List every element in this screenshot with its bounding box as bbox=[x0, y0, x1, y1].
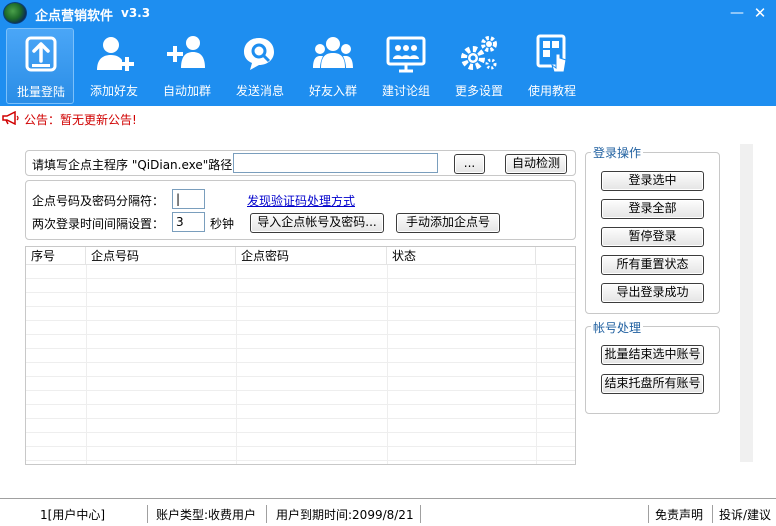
table-header: 序号 企点号码 企点密码 状态 bbox=[26, 247, 575, 265]
end-tray-accounts-button[interactable]: 结束托盘所有账号 bbox=[601, 374, 704, 394]
column-header[interactable]: 序号 bbox=[26, 247, 86, 265]
status-separator bbox=[266, 505, 267, 523]
interval-label: 两次登录时间间隔设置： bbox=[32, 217, 165, 231]
toolbar-more-settings[interactable]: 更多设置 bbox=[445, 28, 513, 104]
toolbar-label: 建讨论组 bbox=[381, 84, 430, 98]
minimize-button[interactable]: — bbox=[727, 4, 747, 22]
pause-login-button[interactable]: 暂停登录 bbox=[601, 227, 704, 247]
auto-detect-button[interactable]: 自动检测 bbox=[505, 154, 567, 174]
toolbar-create-discussion[interactable]: 建讨论组 bbox=[372, 28, 440, 104]
notice-bar: 公告：暂无更新公告! bbox=[0, 106, 776, 130]
empty-row bbox=[26, 447, 575, 461]
separator-input[interactable]: | bbox=[172, 189, 205, 209]
disclaimer-link[interactable]: 免责声明 bbox=[655, 507, 703, 523]
column-header[interactable]: 企点号码 bbox=[86, 247, 236, 265]
megaphone-icon bbox=[2, 111, 19, 125]
toolbar-friends-join-group[interactable]: 好友入群 bbox=[299, 28, 367, 104]
group-users-icon bbox=[313, 37, 353, 68]
empty-row bbox=[26, 307, 575, 321]
add-group-icon bbox=[167, 36, 205, 68]
empty-row bbox=[26, 391, 575, 405]
browse-button[interactable]: ... bbox=[454, 154, 485, 174]
interval-input[interactable]: 3 bbox=[172, 212, 205, 232]
login-selected-button[interactable]: 登录选中 bbox=[601, 171, 704, 191]
add-user-icon bbox=[97, 37, 134, 71]
status-separator bbox=[648, 505, 649, 523]
title-bar: 企点营销软件 v3.3 — ✕ bbox=[0, 0, 776, 26]
end-selected-accounts-button[interactable]: 批量结束选中账号 bbox=[601, 345, 704, 365]
main-toolbar: 批量登陆 添加好友 自动加群 发送消息 好友入群 建讨论组 更多设置 使用教程 bbox=[0, 26, 776, 106]
account-ops-title: 帐号处理 bbox=[591, 319, 644, 336]
manual-add-button[interactable]: 手动添加企点号 bbox=[396, 213, 500, 233]
account-table[interactable]: 序号 企点号码 企点密码 状态 bbox=[25, 246, 576, 465]
login-all-button[interactable]: 登录全部 bbox=[601, 199, 704, 219]
app-title: 企点营销软件 bbox=[35, 9, 114, 24]
import-accounts-button[interactable]: 导入企点帐号及密码... bbox=[250, 213, 384, 233]
path-group: 请填写企点主程序 "QiDian.exe"路径： ... 自动检测 bbox=[25, 150, 576, 176]
toolbar-label: 更多设置 bbox=[454, 84, 503, 98]
reset-all-status-button[interactable]: 所有重置状态 bbox=[601, 255, 704, 275]
path-label: 请填写企点主程序 "QiDian.exe"路径： bbox=[32, 158, 245, 172]
captcha-help-link[interactable]: 发现验证码处理方式 bbox=[247, 192, 355, 209]
app-logo-icon bbox=[3, 2, 27, 24]
notice-text: 公告：暂无更新公告! bbox=[24, 113, 137, 127]
login-ops-title: 登录操作 bbox=[591, 144, 644, 161]
toolbar-add-friend[interactable]: 添加好友 bbox=[80, 28, 148, 104]
upload-box-icon bbox=[25, 36, 57, 72]
interval-unit: 秒钟 bbox=[210, 217, 235, 231]
expiry-text: 用户到期时间:2099/8/21 bbox=[276, 508, 414, 522]
toolbar-batch-login[interactable]: 批量登陆 bbox=[6, 28, 74, 104]
toolbar-label: 发送消息 bbox=[235, 84, 284, 98]
empty-row bbox=[26, 335, 575, 349]
toolbar-label: 使用教程 bbox=[527, 84, 576, 98]
empty-row bbox=[26, 321, 575, 335]
status-separator bbox=[147, 505, 148, 523]
status-separator bbox=[712, 505, 713, 523]
empty-row bbox=[26, 279, 575, 293]
toolbar-label: 添加好友 bbox=[89, 84, 138, 98]
app-version: v3.3 bbox=[121, 6, 151, 20]
empty-row bbox=[26, 349, 575, 363]
toolbar-send-message[interactable]: 发送消息 bbox=[226, 28, 294, 104]
empty-row bbox=[26, 433, 575, 447]
status-separator bbox=[420, 505, 421, 523]
empty-row bbox=[26, 377, 575, 391]
login-settings-group: 企点号码及密码分隔符： | 发现验证码处理方式 两次登录时间间隔设置： 3 秒钟… bbox=[25, 180, 576, 240]
status-bar: 1[用户中心] 账户类型:收费用户 用户到期时间:2099/8/21 免责声明 … bbox=[0, 498, 776, 526]
user-center-link[interactable]: 1[用户中心] bbox=[40, 507, 105, 523]
right-panel: 登录操作 登录选中 登录全部 暂停登录 所有重置状态 导出登录成功 帐号处理 批… bbox=[583, 144, 740, 462]
empty-row bbox=[26, 419, 575, 433]
main-panel: 请填写企点主程序 "QiDian.exe"路径： ... 自动检测 企点号码及密… bbox=[0, 130, 776, 496]
path-input[interactable] bbox=[233, 153, 438, 173]
discussion-board-icon bbox=[386, 36, 426, 73]
gears-icon bbox=[461, 36, 497, 70]
empty-row bbox=[26, 405, 575, 419]
close-button[interactable]: ✕ bbox=[750, 4, 770, 22]
account-type-text: 账户类型:收费用户 bbox=[156, 508, 257, 522]
empty-row bbox=[26, 265, 575, 279]
toolbar-label: 自动加群 bbox=[162, 84, 211, 98]
right-panel-scrollbar[interactable] bbox=[740, 144, 753, 462]
separator-label: 企点号码及密码分隔符： bbox=[32, 194, 165, 208]
export-success-button[interactable]: 导出登录成功 bbox=[601, 283, 704, 303]
toolbar-label: 好友入群 bbox=[308, 84, 357, 98]
toolbar-label: 批量登陆 bbox=[16, 85, 65, 99]
column-header[interactable]: 状态 bbox=[387, 247, 536, 265]
column-header[interactable]: 企点密码 bbox=[236, 247, 387, 265]
message-search-icon bbox=[244, 38, 274, 70]
toolbar-tutorial[interactable]: 使用教程 bbox=[518, 28, 586, 104]
feedback-link[interactable]: 投诉/建议 bbox=[719, 507, 771, 523]
account-ops-group bbox=[585, 326, 720, 414]
tutorial-touch-icon bbox=[536, 34, 567, 73]
empty-row bbox=[26, 293, 575, 307]
empty-row bbox=[26, 363, 575, 377]
toolbar-auto-join-group[interactable]: 自动加群 bbox=[153, 28, 221, 104]
